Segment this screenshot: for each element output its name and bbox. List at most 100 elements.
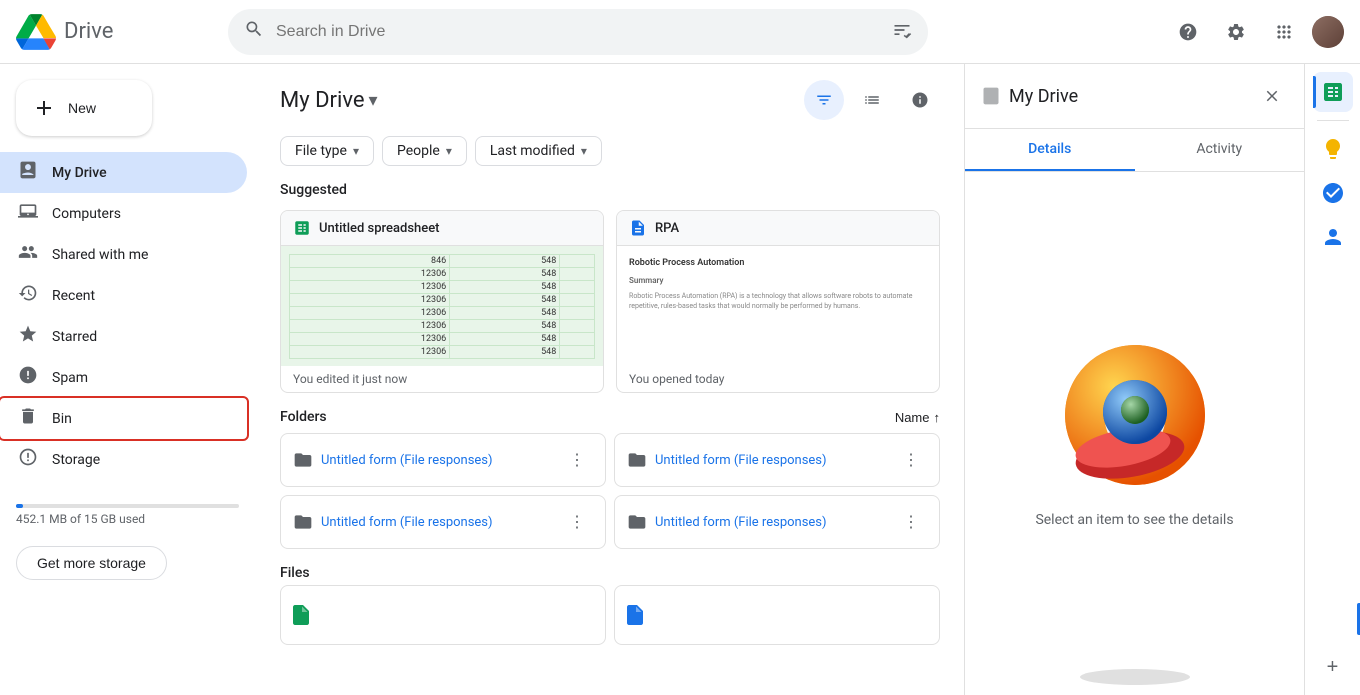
sidebar: New My Drive Computers Shared with me <box>0 64 256 695</box>
list-view-button[interactable] <box>852 80 892 120</box>
folder-item-4[interactable]: Untitled form (File responses) ⋮ <box>614 495 940 549</box>
logo: Drive <box>16 12 216 52</box>
suggested-card-rpa[interactable]: RPA Robotic Process Automation Summary R… <box>616 210 940 393</box>
panel-shadow <box>1080 669 1190 685</box>
sidebar-item-spam[interactable]: Spam <box>0 357 247 398</box>
folder-item-3[interactable]: Untitled form (File responses) ⋮ <box>280 495 606 549</box>
right-panel: My Drive Details Activity <box>964 64 1304 695</box>
bin-icon <box>16 406 40 431</box>
spam-icon <box>16 365 40 390</box>
user-avatar[interactable] <box>1312 16 1344 48</box>
rpa-preview: Robotic Process Automation Summary Robot… <box>617 246 939 366</box>
drive-title[interactable]: My Drive ▾ <box>280 88 378 113</box>
last-modified-chip[interactable]: Last modified ▾ <box>475 136 602 166</box>
sidebar-item-label: Storage <box>52 452 100 468</box>
header: Drive <box>0 0 1360 64</box>
sidebar-item-my-drive[interactable]: My Drive <box>0 152 247 193</box>
file-spreadsheet-icon <box>289 603 313 627</box>
keep-app-icon <box>1321 137 1345 161</box>
drive-title-arrow: ▾ <box>369 90 378 111</box>
sidebar-app-contacts[interactable] <box>1313 217 1353 257</box>
document-icon <box>629 219 647 237</box>
sidebar-divider-1 <box>1317 120 1349 121</box>
new-plus-icon <box>32 96 56 120</box>
starred-icon <box>16 324 40 349</box>
settings-button[interactable] <box>1216 12 1256 52</box>
folder-name-4: Untitled form (File responses) <box>655 515 887 530</box>
suggested-grid: Untitled spreadsheet 846548 12306548 123… <box>256 202 964 401</box>
folders-header: Folders Name ↑ <box>280 401 940 433</box>
folder-icon <box>293 512 313 532</box>
panel-header: My Drive <box>965 64 1304 129</box>
rpa-card-footer: You opened today <box>617 366 939 392</box>
last-modified-arrow: ▾ <box>581 144 587 158</box>
card-header-rpa: RPA <box>617 211 939 246</box>
panel-close-button[interactable] <box>1256 80 1288 112</box>
drive-logo-icon <box>16 12 56 52</box>
people-chip[interactable]: People ▾ <box>382 136 467 166</box>
folder-icon <box>293 450 313 470</box>
get-more-storage-button[interactable]: Get more storage <box>16 546 167 580</box>
spreadsheet-card-title: Untitled spreadsheet <box>319 221 440 236</box>
folder-more-button-2[interactable]: ⋮ <box>895 444 927 476</box>
sidebar-item-label: Recent <box>52 288 95 304</box>
sort-label: Name <box>895 410 930 425</box>
suggested-card-spreadsheet[interactable]: Untitled spreadsheet 846548 12306548 123… <box>280 210 604 393</box>
sidebar-app-sheets[interactable] <box>1313 72 1353 112</box>
sidebar-item-recent[interactable]: Recent <box>0 275 247 316</box>
main-content: My Drive ▾ File t <box>256 64 964 695</box>
sidebar-item-bin[interactable]: Bin <box>0 398 247 439</box>
file-card-2[interactable] <box>614 585 940 645</box>
sidebar-item-label: Starred <box>52 329 97 345</box>
apps-button[interactable] <box>1264 12 1304 52</box>
info-button[interactable] <box>900 80 940 120</box>
sidebar-item-storage[interactable]: Storage <box>0 439 247 480</box>
folders-section-title: Folders <box>280 409 327 425</box>
sort-arrow: ↑ <box>934 410 941 425</box>
folders-section: Folders Name ↑ Untitled form (File respo… <box>256 401 964 549</box>
tab-details[interactable]: Details <box>965 129 1135 171</box>
sidebar-item-starred[interactable]: Starred <box>0 316 247 357</box>
sidebar-item-shared-with-me[interactable]: Shared with me <box>0 234 247 275</box>
folder-item-2[interactable]: Untitled form (File responses) ⋮ <box>614 433 940 487</box>
tab-activity[interactable]: Activity <box>1135 129 1305 171</box>
sidebar-item-label: Spam <box>52 370 88 386</box>
files-grid <box>280 585 940 645</box>
files-section-title: Files <box>280 557 940 585</box>
panel-select-text: Select an item to see the details <box>1035 512 1233 528</box>
folder-icon <box>627 450 647 470</box>
folder-name-1: Untitled form (File responses) <box>321 453 553 468</box>
file-card-1[interactable] <box>280 585 606 645</box>
sidebar-item-label: Bin <box>52 411 72 427</box>
last-modified-label: Last modified <box>490 143 575 159</box>
sort-button[interactable]: Name ↑ <box>895 410 940 425</box>
card-header-spreadsheet: Untitled spreadsheet <box>281 211 603 246</box>
computers-icon <box>16 201 40 226</box>
folder-more-button-4[interactable]: ⋮ <box>895 506 927 538</box>
header-actions <box>1168 12 1344 52</box>
file-type-chip[interactable]: File type ▾ <box>280 136 374 166</box>
panel-title: My Drive <box>1009 86 1248 107</box>
spreadsheet-preview: 846548 12306548 12306548 12306548 123065… <box>281 246 603 366</box>
folder-item-1[interactable]: Untitled form (File responses) ⋮ <box>280 433 606 487</box>
shared-icon <box>16 242 40 267</box>
search-input[interactable] <box>276 23 880 41</box>
folder-more-button-3[interactable]: ⋮ <box>561 506 593 538</box>
sidebar-item-computers[interactable]: Computers <box>0 193 247 234</box>
sidebar-add-button[interactable]: + <box>1313 647 1353 687</box>
main-header: My Drive ▾ <box>256 64 964 128</box>
file-type-label: File type <box>295 143 347 159</box>
file-type-arrow: ▾ <box>353 144 359 158</box>
folder-more-button-1[interactable]: ⋮ <box>561 444 593 476</box>
sidebar-app-keep[interactable] <box>1313 129 1353 169</box>
new-button[interactable]: New <box>16 80 152 136</box>
main-header-actions <box>804 80 940 120</box>
help-button[interactable] <box>1168 12 1208 52</box>
spreadsheet-icon <box>293 219 311 237</box>
search-options-icon[interactable] <box>892 20 912 44</box>
sheets-app-icon <box>1321 80 1345 104</box>
files-section: Files <box>256 557 964 645</box>
sidebar-app-tasks[interactable] <box>1313 173 1353 213</box>
search-bar[interactable] <box>228 9 928 55</box>
filter-button[interactable] <box>804 80 844 120</box>
